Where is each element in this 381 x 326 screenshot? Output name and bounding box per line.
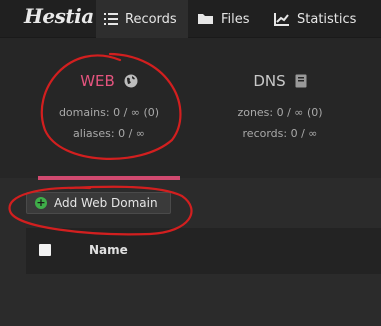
folder-icon <box>198 14 213 24</box>
nav-label-files: Files <box>221 11 250 27</box>
globe-icon <box>124 74 138 88</box>
chart-icon <box>274 12 289 26</box>
nav-label-records: Records <box>125 11 177 27</box>
web-aliases: aliases: 0 / ∞ <box>73 127 145 140</box>
nav-item-statistics[interactable]: Statistics <box>274 0 356 38</box>
dns-records: records: 0 / ∞ <box>242 127 318 140</box>
dns-zones: zones: 0 / ∞ (0) <box>237 106 323 119</box>
web-stat-tab[interactable]: WEB domains: 0 / ∞ (0) aliases: 0 / ∞ <box>38 72 180 144</box>
dns-title-text: DNS <box>253 72 286 90</box>
table-header: Name <box>26 228 381 274</box>
web-domains: domains: 0 / ∞ (0) <box>58 106 160 119</box>
add-web-domain-label: Add Web Domain <box>54 196 158 210</box>
nav-item-files[interactable]: Files <box>198 0 250 38</box>
column-header-name[interactable]: Name <box>89 243 128 257</box>
hestia-logo[interactable]: Hestia <box>24 4 94 28</box>
add-web-domain-button[interactable]: + Add Web Domain <box>26 192 171 214</box>
top-navigation: Hestia Records Files Statistics <box>0 0 381 38</box>
select-all-checkbox[interactable] <box>39 244 51 256</box>
dns-title: DNS <box>220 72 340 90</box>
summary-panel: WEB domains: 0 / ∞ (0) aliases: 0 / ∞ DN… <box>0 38 381 178</box>
nav-label-statistics: Statistics <box>297 11 357 27</box>
book-icon <box>295 74 307 88</box>
list-icon <box>104 13 118 25</box>
toolbar: + Add Web Domain <box>0 180 381 228</box>
web-title-text: WEB <box>80 72 115 90</box>
web-title: WEB <box>38 72 180 90</box>
plus-circle-icon: + <box>35 196 47 209</box>
nav-item-records[interactable]: Records <box>96 0 188 38</box>
dns-stat-tab[interactable]: DNS zones: 0 / ∞ (0) records: 0 / ∞ <box>220 72 340 144</box>
